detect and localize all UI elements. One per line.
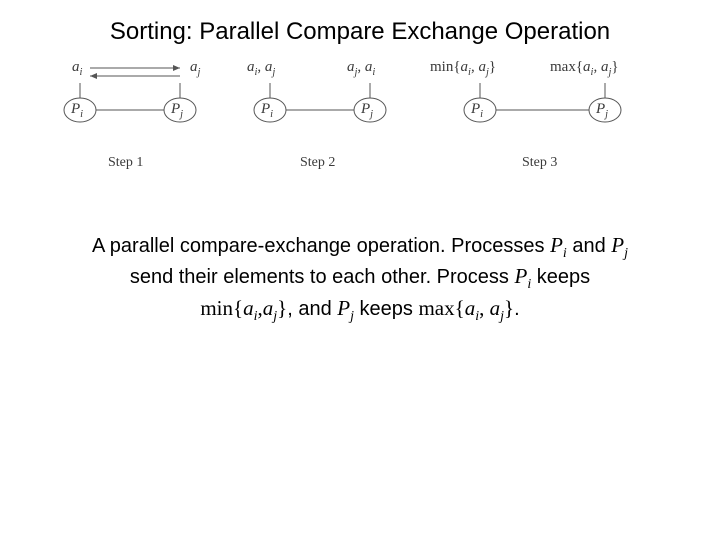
s1-label: Step 1 xyxy=(108,155,143,171)
s2-pair2: aj, ai xyxy=(347,59,375,78)
slide: Sorting: Parallel Compare Exchange Opera… xyxy=(0,0,720,540)
s3-pj: Pj xyxy=(596,101,608,120)
s2-pair1: ai, aj xyxy=(247,59,275,78)
s1-ai: ai xyxy=(72,59,82,78)
s1-pj: Pj xyxy=(171,101,183,120)
s3-label: Step 3 xyxy=(522,155,557,171)
s1-pi: Pi xyxy=(71,101,83,120)
s3-pi: Pi xyxy=(471,101,483,120)
s3-max: max{ai, aj} xyxy=(550,59,619,78)
s2-pj: Pj xyxy=(361,101,373,120)
slide-title: Sorting: Parallel Compare Exchange Opera… xyxy=(0,18,720,46)
caption: A parallel compare-exchange operation. P… xyxy=(40,232,680,326)
caption-text: A parallel compare-exchange operation. P… xyxy=(92,235,550,257)
figure: ai aj Pi Pj Step 1 ai, aj aj, ai Pi Pj S… xyxy=(50,55,670,195)
s1-aj: aj xyxy=(190,59,200,78)
s2-label: Step 2 xyxy=(300,155,335,171)
s2-pi: Pi xyxy=(261,101,273,120)
s3-min: min{ai, aj} xyxy=(430,59,496,78)
